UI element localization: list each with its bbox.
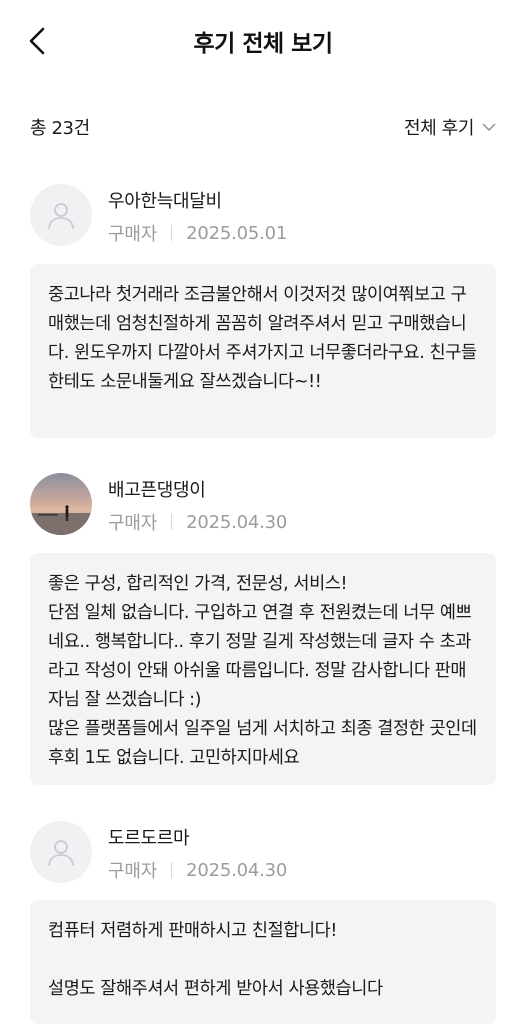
avatar: [30, 184, 92, 246]
meta-divider: [171, 862, 173, 878]
review-meta: 구매자 2025.04.30: [108, 857, 287, 883]
review-item: 우아한늑대달비 구매자 2025.05.01 중고나라 첫거래라 조금불안해서 …: [30, 184, 496, 438]
profile-photo-sunset-icon: [30, 473, 92, 535]
page-title: 후기 전체 보기: [193, 31, 333, 57]
reviewer-role: 구매자: [108, 513, 158, 534]
review-item: 도르도르마 구매자 2025.04.30 컴퓨터 저렴하게 판매하시고 친절합니…: [30, 821, 496, 1024]
meta-divider: [171, 514, 173, 530]
top-bar: 후기 전체 보기: [0, 0, 526, 84]
review-text: 좋은 구성, 합리적인 가격, 전문성, 서비스! 단점 일체 없습니다. 구입…: [30, 553, 496, 785]
reviewer-info: 우아한늑대달비 구매자 2025.05.01: [30, 184, 496, 248]
review-summary-bar: 총 23건 전체 후기: [30, 112, 496, 142]
review-text: 컴퓨터 저렴하게 판매하시고 친절합니다! 설명도 잘해주셔서 편하게 받아서 …: [30, 900, 496, 1024]
meta-divider: [171, 225, 173, 241]
reviewer-role: 구매자: [108, 861, 158, 882]
user-placeholder-icon: [48, 203, 74, 229]
avatar: [30, 473, 92, 535]
filter-label: 전체 후기: [404, 118, 474, 139]
review-meta: 구매자 2025.05.01: [108, 220, 287, 246]
review-item: 배고픈댕댕이 구매자 2025.04.30 좋은 구성, 합리적인 가격, 전문…: [30, 473, 496, 785]
reviewer-info: 배고픈댕댕이 구매자 2025.04.30: [30, 473, 496, 537]
avatar: [30, 821, 92, 883]
review-date: 2025.05.01: [186, 222, 288, 244]
review-text: 중고나라 첫거래라 조금불안해서 이것저것 많이여쭤보고 구매했는데 엄청친절하…: [30, 264, 496, 438]
reviewer-name: 배고픈댕댕이: [108, 480, 206, 501]
review-filter-dropdown[interactable]: 전체 후기: [404, 114, 496, 140]
review-date: 2025.04.30: [186, 859, 288, 881]
reviewer-info: 도르도르마 구매자 2025.04.30: [30, 821, 496, 885]
review-date: 2025.04.30: [186, 511, 288, 533]
reviewer-name: 우아한늑대달비: [108, 191, 222, 212]
review-meta: 구매자 2025.04.30: [108, 509, 287, 535]
review-count: 총 23건: [30, 118, 90, 139]
reviewer-name: 도르도르마: [108, 828, 190, 849]
user-placeholder-icon: [48, 840, 74, 866]
reviewer-role: 구매자: [108, 224, 158, 245]
chevron-down-icon: [482, 123, 496, 132]
